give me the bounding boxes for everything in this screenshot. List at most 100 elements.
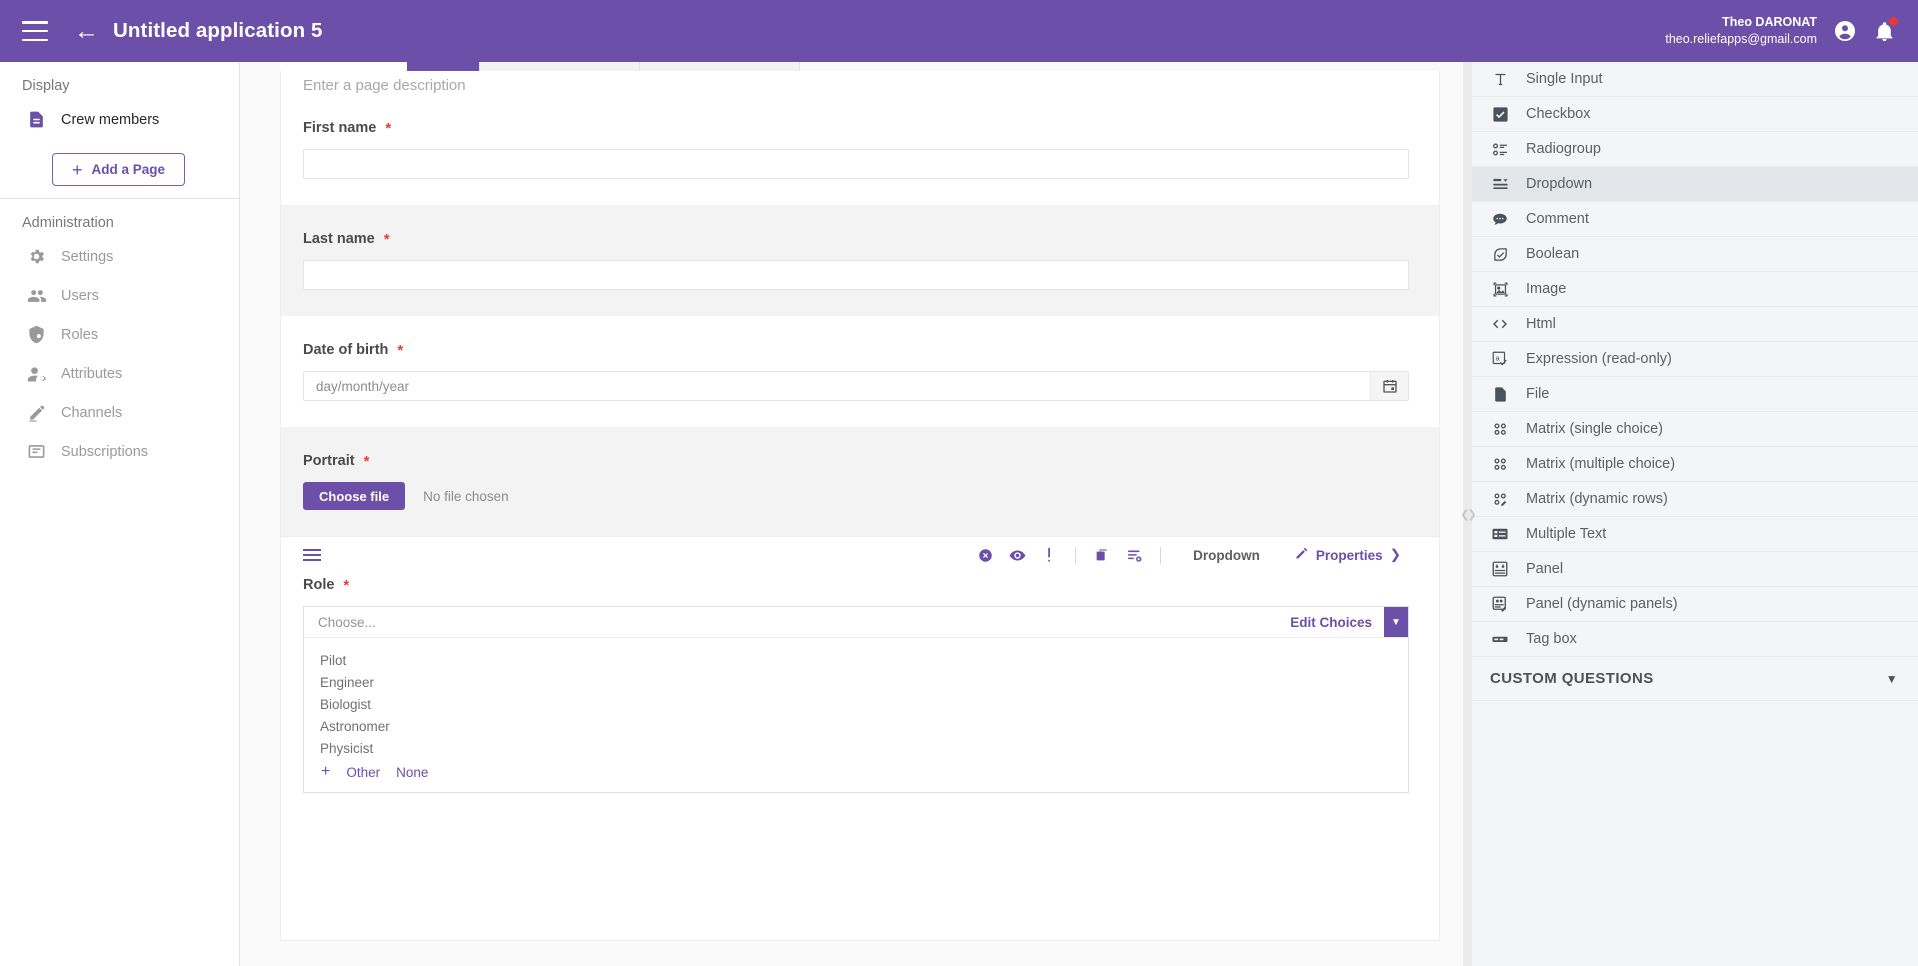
first-name-input[interactable]: [303, 149, 1409, 179]
question-label: Role: [303, 577, 335, 593]
question-label-row: Date of birth *: [303, 342, 1409, 358]
question-type-html[interactable]: Html: [1472, 307, 1918, 342]
sidebar-item-attributes[interactable]: Attributes: [0, 354, 239, 393]
chevron-down-icon: ▼: [1885, 671, 1898, 686]
question-type-label: Tag box: [1526, 631, 1577, 647]
date-of-birth-field[interactable]: day/month/year: [303, 371, 1409, 401]
sidebar-item-crew-members[interactable]: Crew members: [0, 100, 239, 139]
hamburger-icon[interactable]: [22, 21, 48, 41]
users-icon: [26, 285, 47, 306]
tab-secondary-1[interactable]: [480, 62, 640, 71]
chevron-right-icon: ❯: [1389, 547, 1401, 562]
sidebar-item-channels[interactable]: Channels: [0, 393, 239, 432]
user-info: Theo DARONAT theo.reliefapps@gmail.com: [1665, 14, 1817, 47]
sidebar-item-subscriptions[interactable]: Subscriptions: [0, 432, 239, 471]
add-other-choice-link[interactable]: Other: [346, 765, 380, 780]
required-indicator: *: [363, 452, 370, 470]
last-name-input[interactable]: [303, 260, 1409, 290]
list-item[interactable]: Biologist: [304, 694, 1408, 716]
account-circle-icon[interactable]: [1833, 19, 1857, 43]
question-type-panel-dynamic[interactable]: Panel (dynamic panels): [1472, 587, 1918, 622]
arrow-left-icon[interactable]: ←: [74, 18, 99, 44]
date-of-birth-input[interactable]: day/month/year: [304, 372, 1370, 400]
sidebar-item-roles[interactable]: Roles: [0, 315, 239, 354]
question-type-dropdown[interactable]: Dropdown: [1472, 167, 1918, 202]
plus-icon[interactable]: +: [321, 764, 330, 780]
question-type-panel[interactable]: Panel: [1472, 552, 1918, 587]
image-icon: [1490, 279, 1510, 299]
list-item[interactable]: Pilot: [304, 650, 1408, 672]
duplicate-icon[interactable]: [1086, 540, 1118, 570]
page-title: Untitled application 5: [113, 19, 323, 42]
question-date-of-birth[interactable]: Date of birth * day/month/year: [281, 316, 1439, 427]
drag-handle-icon[interactable]: [303, 549, 321, 561]
question-type-expression[interactable]: a Expression (read-only): [1472, 342, 1918, 377]
question-type-matrix-dynamic[interactable]: Matrix (dynamic rows): [1472, 482, 1918, 517]
custom-questions-section[interactable]: CUSTOM QUESTIONS ▼: [1472, 657, 1918, 701]
question-type-label: Matrix (dynamic rows): [1526, 491, 1668, 507]
sidebar-item-label: Settings: [61, 248, 114, 265]
question-label: Date of birth: [303, 342, 389, 358]
question-last-name[interactable]: Last name *: [281, 205, 1439, 316]
subscriptions-icon: [26, 441, 47, 462]
add-none-choice-link[interactable]: None: [396, 765, 428, 780]
question-type-single-input[interactable]: Single Input: [1472, 62, 1918, 97]
question-type-label: Boolean: [1526, 246, 1580, 262]
question-type-image[interactable]: Image: [1472, 272, 1918, 307]
choose-file-button[interactable]: Choose file: [303, 482, 406, 510]
question-portrait[interactable]: Portrait * Choose file No file chosen: [281, 427, 1439, 536]
question-type-matrix-multiple[interactable]: Matrix (multiple choice): [1472, 447, 1918, 482]
question-type-tagbox[interactable]: Tag box: [1472, 622, 1918, 657]
list-item[interactable]: Physicist: [304, 738, 1408, 760]
question-toolbar: Dropdown Properties ❯: [281, 537, 1439, 573]
question-type-label: Dropdown: [1526, 176, 1593, 192]
chevron-down-icon[interactable]: ▼: [1384, 607, 1408, 637]
calendar-icon[interactable]: [1370, 372, 1408, 400]
dropdown-choice-list: Pilot Engineer Biologist Astronomer Phys…: [304, 638, 1408, 792]
question-type-matrix-single[interactable]: Matrix (single choice): [1472, 412, 1918, 447]
toolbar-separator: [1160, 546, 1162, 564]
question-type-label: Html: [1526, 316, 1556, 332]
question-type-boolean[interactable]: Boolean: [1472, 237, 1918, 272]
delete-circle-icon[interactable]: [969, 540, 1001, 570]
tab-active[interactable]: [280, 62, 480, 71]
question-type-multiple-text[interactable]: Multiple Text: [1472, 517, 1918, 552]
text-input-icon: [1490, 69, 1510, 89]
edit-choices-button[interactable]: Edit Choices: [1290, 615, 1384, 630]
properties-button[interactable]: Properties ❯: [1294, 546, 1401, 564]
bell-icon[interactable]: [1873, 16, 1898, 43]
document-icon: [26, 109, 47, 130]
svg-text:a: a: [1496, 354, 1501, 363]
question-type-comment[interactable]: Comment: [1472, 202, 1918, 237]
question-label-row: Role *: [303, 577, 1409, 593]
question-type-checkbox[interactable]: Checkbox: [1472, 97, 1918, 132]
question-type-radiogroup[interactable]: Radiogroup: [1472, 132, 1918, 167]
sidebar-item-label: Users: [61, 287, 99, 304]
pencil-icon: [1294, 546, 1309, 564]
question-type-label: Expression (read-only): [1526, 351, 1672, 367]
left-sidebar: Display Crew members + Add a Page Admini…: [0, 62, 240, 966]
form-canvas: Enter a page description First name * La…: [280, 71, 1440, 941]
question-first-name[interactable]: First name *: [281, 94, 1439, 205]
matrix-multiple-icon: [1490, 454, 1510, 474]
question-role-selected[interactable]: Dropdown Properties ❯ Role * Choose... E…: [281, 536, 1439, 793]
question-type-file[interactable]: File: [1472, 377, 1918, 412]
required-icon[interactable]: [1033, 540, 1065, 570]
add-page-button[interactable]: + Add a Page: [52, 153, 185, 186]
sidebar-item-settings[interactable]: Settings: [0, 237, 239, 276]
page-description-input[interactable]: Enter a page description: [281, 71, 1439, 94]
question-type-label: Single Input: [1526, 71, 1603, 87]
list-item[interactable]: Astronomer: [304, 716, 1408, 738]
eye-icon[interactable]: [1001, 540, 1033, 570]
required-indicator: *: [343, 576, 350, 594]
page-tab-strip: [280, 62, 1440, 71]
expression-icon: a: [1490, 349, 1510, 369]
role-dropdown-input[interactable]: Choose...: [304, 615, 1290, 630]
add-to-list-icon[interactable]: [1118, 540, 1150, 570]
tab-secondary-2[interactable]: [640, 62, 800, 71]
question-type-label: Radiogroup: [1526, 141, 1601, 157]
sidebar-item-users[interactable]: Users: [0, 276, 239, 315]
panel-resize-handle[interactable]: ❮❯: [1460, 62, 1477, 966]
list-item[interactable]: Engineer: [304, 672, 1408, 694]
sidebar-section-display: Display: [22, 78, 70, 94]
